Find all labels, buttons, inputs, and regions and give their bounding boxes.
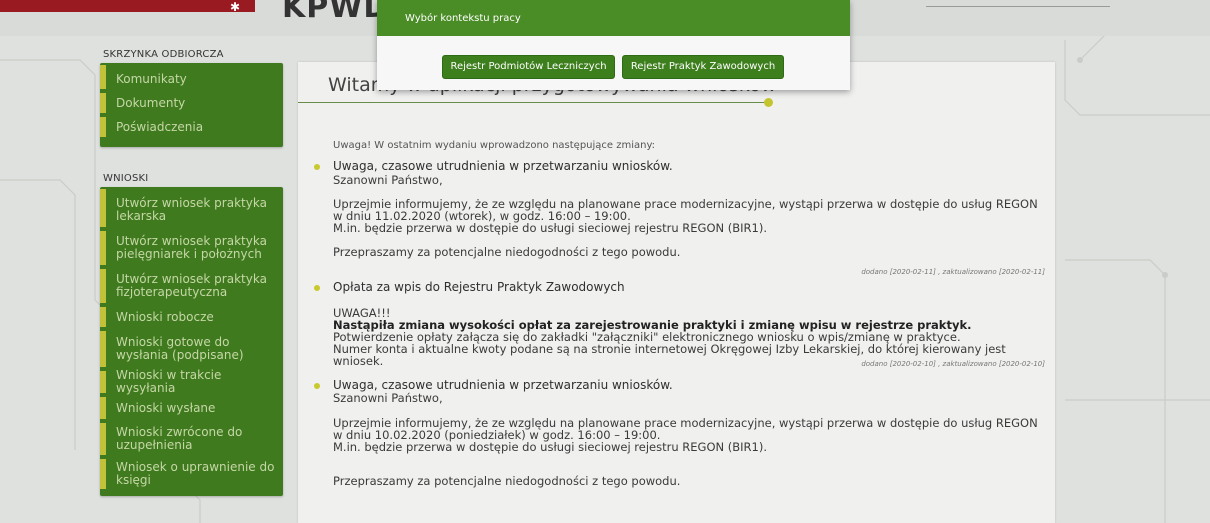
news-text: M.in. będzie przerwa w dostępie do usług…: [333, 440, 767, 454]
news-meta: dodano [2020-02-10] , zaktualizowano [20…: [861, 360, 1045, 368]
sidebar-item-new-medical[interactable]: Utwórz wniosek praktyka lekarska: [100, 187, 283, 229]
news-title: Uwaga, czasowe utrudnienia w przetwarzan…: [333, 378, 673, 392]
search-field-underline[interactable]: [926, 6, 1110, 7]
news-bullet: [314, 164, 320, 170]
main-panel: Witamy w aplikacji przygotowywania wnios…: [298, 62, 1055, 523]
news-text: Przepraszamy za potencjalne niedogodnośc…: [333, 474, 681, 488]
news-greeting: Szanowni Państwo,: [333, 391, 443, 405]
brand-bar: [0, 0, 255, 12]
sidebar-item-komunikaty[interactable]: Komunikaty: [100, 63, 283, 91]
context-dialog: Wybór kontekstu pracy Rejestr Podmiotów …: [377, 0, 850, 90]
intro-text: Uwaga! W ostatnim wydaniu wprowadzono na…: [333, 140, 656, 151]
sidebar-item-new-nursing[interactable]: Utwórz wniosek praktyka pielęgniarek i p…: [100, 229, 283, 267]
news-meta: dodano [2020-02-11] , zaktualizowano [20…: [861, 268, 1045, 276]
news-title: Uwaga, czasowe utrudnienia w przetwarzan…: [333, 159, 673, 173]
news-bullet: [314, 383, 320, 389]
sidebar-item-sent[interactable]: Wnioski wysłane: [100, 395, 283, 421]
sidebar-item-book-request[interactable]: Wniosek o uprawnienie do księgi: [100, 457, 283, 491]
sidebar-item-new-physio[interactable]: Utwórz wniosek praktyka fizjoterapeutycz…: [100, 267, 283, 305]
inbox-heading: SKRZYNKA ODBIORCZA: [103, 49, 224, 60]
news-text: Numer konta i aktualne kwoty podane są n…: [333, 342, 1006, 356]
sidebar-item-ready[interactable]: Wnioski gotowe do wysłania (podpisane): [100, 329, 283, 369]
sidebar-item-sending[interactable]: Wnioski w trakcie wysyłania: [100, 369, 283, 395]
sidebar-item-poswiadczenia[interactable]: Poświadczenia: [100, 115, 283, 139]
news-text: M.in. będzie przerwa w dostępie do usług…: [333, 221, 767, 235]
sidebar-item-dokumenty[interactable]: Dokumenty: [100, 91, 283, 115]
healthcare-entities-register-button[interactable]: Rejestr Podmiotów Leczniczych: [442, 55, 615, 79]
eagle-emblem-icon: ✱: [229, 0, 241, 14]
news-text: wniosek.: [333, 354, 384, 368]
inbox-menu: Komunikaty Dokumenty Poświadczenia: [100, 63, 283, 147]
dialog-header: Wybór kontekstu pracy: [377, 0, 850, 36]
dialog-title: Wybór kontekstu pracy: [405, 13, 521, 24]
news-bullet: [314, 285, 320, 291]
news-greeting: Szanowni Państwo,: [333, 173, 443, 187]
title-dot: [764, 98, 773, 107]
applications-heading: WNIOSKI: [103, 173, 149, 184]
news-text: Przepraszamy za potencjalne niedogodnośc…: [333, 245, 681, 259]
title-divider: [298, 102, 768, 103]
sidebar-item-drafts[interactable]: Wnioski robocze: [100, 305, 283, 329]
applications-menu: Utwórz wniosek praktyka lekarska Utwórz …: [100, 187, 283, 496]
professional-practices-register-button[interactable]: Rejestr Praktyk Zawodowych: [622, 55, 784, 79]
sidebar-item-returned[interactable]: Wnioski zwrócone do uzupełnienia: [100, 421, 283, 457]
news-title: Opłata za wpis do Rejestru Praktyk Zawod…: [333, 280, 625, 294]
